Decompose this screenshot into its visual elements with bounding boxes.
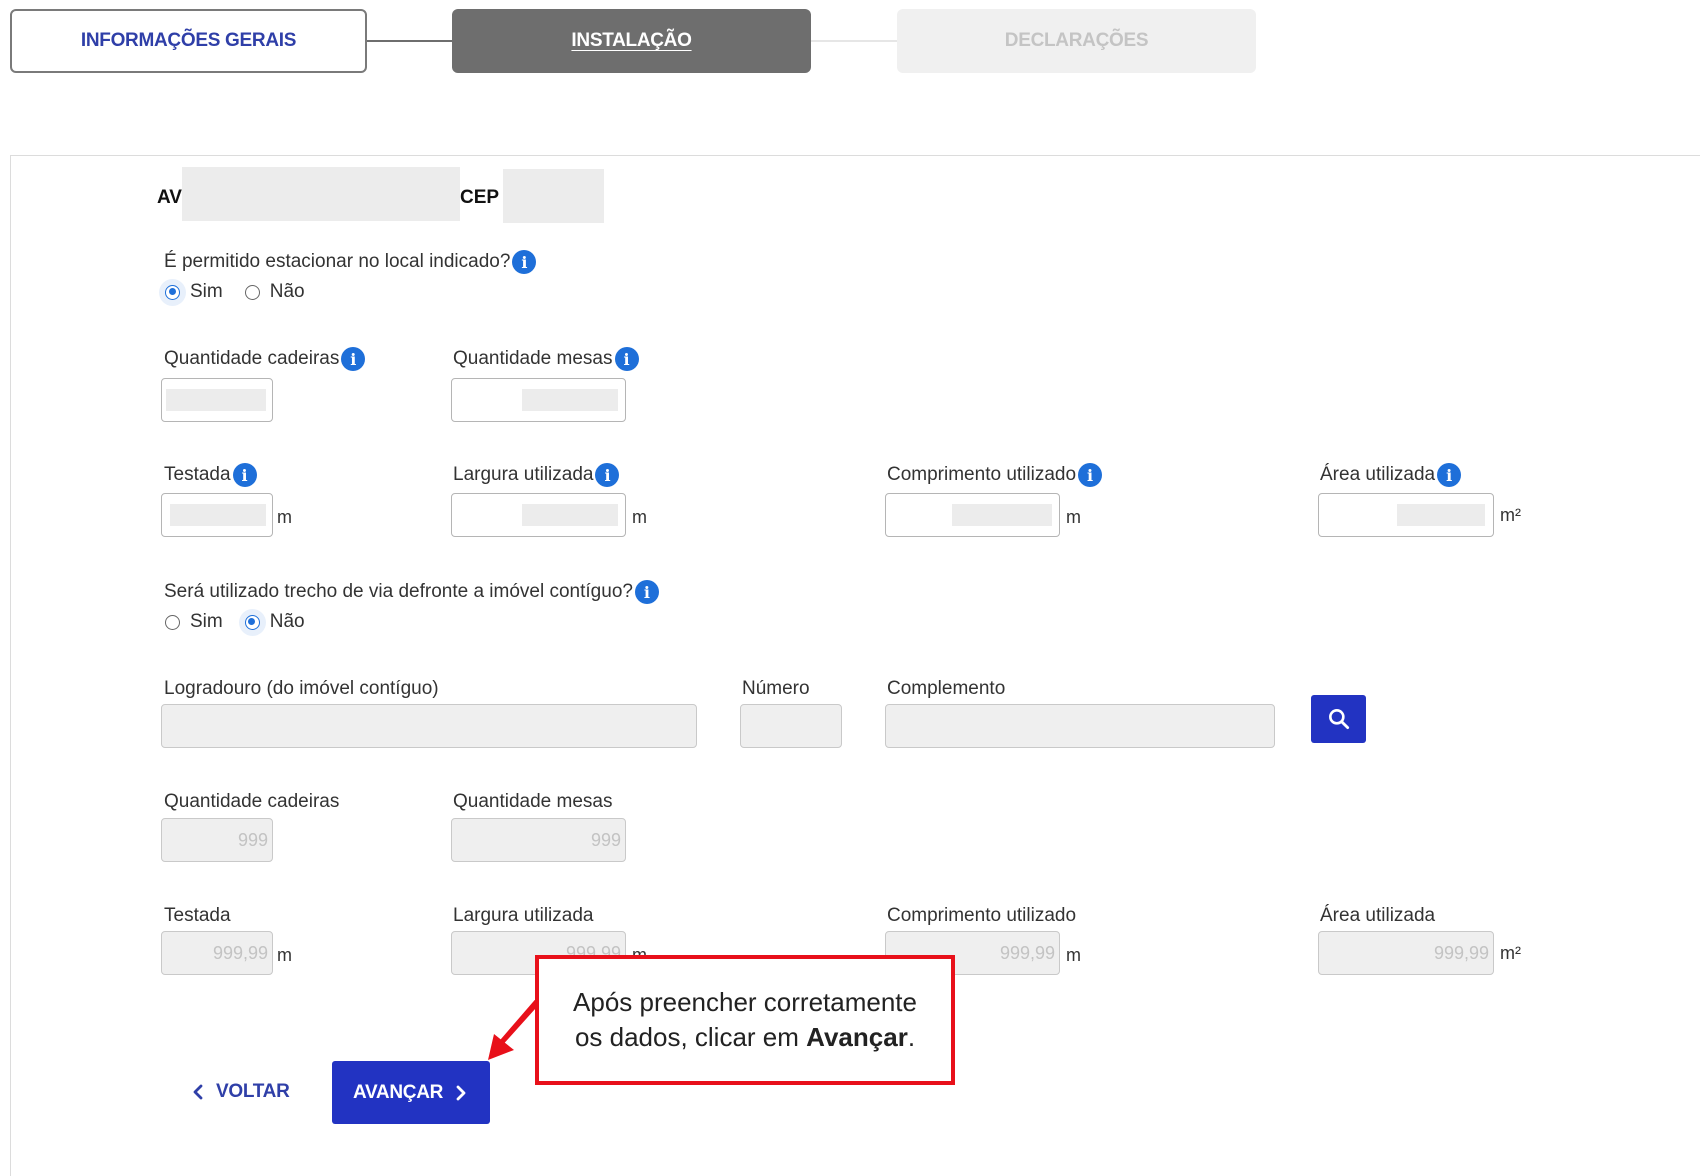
chevron-right-icon <box>456 1085 466 1100</box>
info-icon[interactable]: i <box>1078 463 1103 487</box>
placeholder-text: 999,99 <box>212 943 268 963</box>
info-icon[interactable]: i <box>341 347 366 371</box>
step-connector <box>367 40 452 42</box>
step-label: INFORMAÇÕES GERAIS <box>80 30 297 51</box>
testada-label: Testada i <box>164 463 257 487</box>
redacted-address <box>182 167 460 221</box>
step-informacoes-gerais[interactable]: INFORMAÇÕES GERAIS <box>10 9 367 73</box>
callout-box: Após preencher corretamente os dados, cl… <box>535 955 955 1085</box>
complemento-input[interactable] <box>885 704 1275 748</box>
area-label: Área utilizada i <box>1320 463 1462 487</box>
placeholder-text: 999,99 <box>999 943 1055 963</box>
info-icon[interactable]: i <box>614 347 639 371</box>
area-label-2: Área utilizada <box>1320 905 1436 926</box>
cadeiras-input-2[interactable]: 999 <box>161 818 273 862</box>
callout-text: Após preencher corretamente os dados, cl… <box>559 985 931 1055</box>
next-label: AVANÇAR <box>352 1081 444 1103</box>
placeholder-text: 999,99 <box>1433 943 1489 963</box>
largura-input[interactable] <box>451 493 626 537</box>
callout-bold-text: Avançar <box>806 1022 908 1052</box>
unit-m: m <box>1066 945 1081 965</box>
parking-radio-group: Sim Não <box>165 281 327 303</box>
info-icon[interactable]: i <box>634 580 659 604</box>
radio-checked[interactable] <box>165 284 180 300</box>
unit-m: m <box>277 507 292 527</box>
option-label: Não <box>269 611 305 632</box>
cadeiras-input[interactable] <box>161 378 273 422</box>
mesas-label-2: Quantidade mesas <box>453 791 613 812</box>
cadeiras-label-2: Quantidade cadeiras <box>164 791 340 812</box>
next-button[interactable]: AVANÇAR <box>332 1061 490 1124</box>
label-text: Quantidade mesas <box>453 348 613 369</box>
radio-unchecked[interactable] <box>244 284 260 300</box>
contiguous-radio-group: Sim Não <box>165 611 327 633</box>
largura-label-2: Largura utilizada <box>453 905 594 926</box>
info-icon[interactable]: i <box>512 250 537 274</box>
search-icon <box>1328 709 1349 730</box>
area-input[interactable] <box>1318 493 1494 537</box>
parking-nao-option[interactable]: Não <box>244 281 305 303</box>
step-label: DECLARAÇÕES <box>1004 30 1149 51</box>
back-label: VOLTAR <box>216 1081 290 1102</box>
parking-sim-option[interactable]: Sim <box>165 281 223 303</box>
chevron-left-icon <box>193 1084 203 1100</box>
step-instalacao[interactable]: INSTALAÇÃO <box>452 9 811 73</box>
step-connector <box>811 40 897 42</box>
search-button[interactable] <box>1311 695 1366 743</box>
placeholder-text: 999 <box>590 830 621 850</box>
contiguous-question-text: Será utilizado trecho de via defronte a … <box>164 581 633 602</box>
logradouro-input[interactable] <box>161 704 697 748</box>
comprimento-label: Comprimento utilizado i <box>887 463 1103 487</box>
cep-label: CEP <box>460 187 500 208</box>
contiguous-sim-option[interactable]: Sim <box>165 611 223 633</box>
info-icon[interactable]: i <box>595 463 620 487</box>
testada-input-2[interactable]: 999,99 <box>161 931 273 975</box>
step-declaracoes: DECLARAÇÕES <box>897 9 1256 73</box>
radio-unchecked[interactable] <box>165 614 180 630</box>
contiguous-nao-option[interactable]: Não <box>244 611 305 633</box>
mesas-input[interactable] <box>451 378 626 422</box>
option-label: Sim <box>190 611 223 632</box>
label-text: Testada <box>164 464 231 485</box>
info-icon[interactable]: i <box>1437 463 1462 487</box>
testada-label-2: Testada <box>164 905 231 926</box>
area-input-2[interactable]: 999,99 <box>1318 931 1494 975</box>
unit-m: m <box>1066 507 1081 527</box>
parking-question-text: É permitido estacionar no local indicado… <box>164 251 511 272</box>
unit-m2: m² <box>1500 505 1521 525</box>
cadeiras-label: Quantidade cadeiras i <box>164 347 366 371</box>
street-prefix: AV <box>157 187 182 208</box>
logradouro-label: Logradouro (do imóvel contíguo) <box>164 678 439 699</box>
unit-m: m <box>632 507 647 527</box>
callout-text-part: . <box>907 1022 916 1052</box>
numero-input[interactable] <box>740 704 842 748</box>
testada-input[interactable] <box>161 493 273 537</box>
option-label: Sim <box>190 281 223 302</box>
mesas-input-2[interactable]: 999 <box>451 818 626 862</box>
option-label: Não <box>269 281 305 302</box>
label-text: Largura utilizada <box>453 464 594 485</box>
info-icon[interactable]: i <box>232 463 257 487</box>
label-text: Quantidade cadeiras <box>164 348 340 369</box>
unit-m: m <box>277 945 292 965</box>
mesas-label: Quantidade mesas i <box>453 347 639 371</box>
complemento-label: Complemento <box>887 678 1006 699</box>
largura-label: Largura utilizada i <box>453 463 620 487</box>
placeholder-text: 999 <box>237 830 268 850</box>
unit-m2: m² <box>1500 943 1521 963</box>
numero-label: Número <box>742 678 810 699</box>
comprimento-label-2: Comprimento utilizado <box>887 905 1077 926</box>
back-button[interactable]: VOLTAR <box>190 1075 290 1109</box>
radio-checked[interactable] <box>244 614 260 630</box>
label-text: Área utilizada <box>1320 464 1436 485</box>
step-label: INSTALAÇÃO <box>571 30 692 51</box>
label-text: Comprimento utilizado <box>887 464 1077 485</box>
contiguous-question: Será utilizado trecho de via defronte a … <box>164 580 659 604</box>
redacted-cep <box>503 169 604 223</box>
parking-question: É permitido estacionar no local indicado… <box>164 250 537 274</box>
comprimento-input[interactable] <box>885 493 1060 537</box>
